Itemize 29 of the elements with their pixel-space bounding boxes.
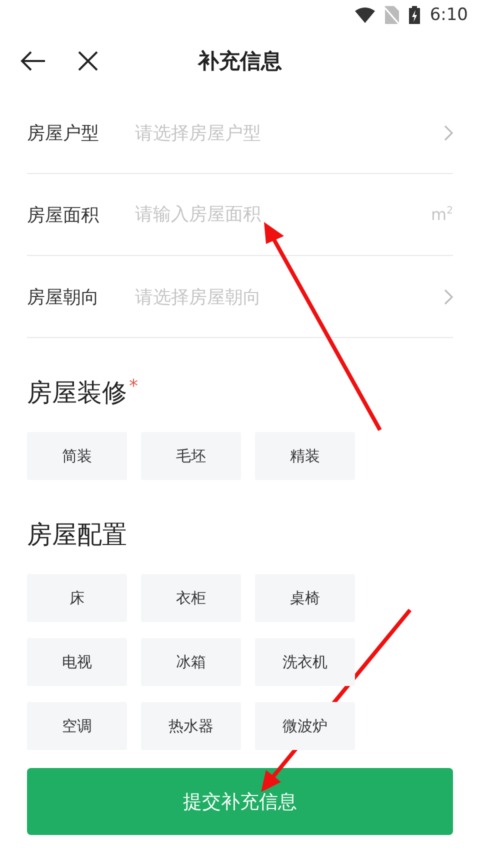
option-chip[interactable]: 桌椅 bbox=[255, 574, 355, 622]
clock-time: 6:10 bbox=[430, 5, 468, 25]
option-chip[interactable]: 精装 bbox=[255, 432, 355, 480]
no-sim-icon bbox=[384, 6, 399, 24]
option-chip[interactable]: 冰箱 bbox=[141, 638, 241, 686]
field-label: 房屋朝向 bbox=[27, 286, 100, 308]
field-label: 房屋户型 bbox=[27, 122, 100, 144]
option-chip[interactable]: 热水器 bbox=[141, 702, 241, 750]
input-field[interactable]: 请输入房屋面积 bbox=[135, 204, 432, 225]
option-chip[interactable]: 床 bbox=[27, 574, 127, 622]
option-chip[interactable]: 毛坯 bbox=[141, 432, 241, 480]
option-chip[interactable]: 电视 bbox=[27, 638, 127, 686]
option-chip[interactable]: 空调 bbox=[27, 702, 127, 750]
battery-charging-icon bbox=[408, 6, 420, 24]
option-chip[interactable]: 微波炉 bbox=[255, 702, 355, 750]
close-icon[interactable] bbox=[78, 51, 98, 71]
option-chip[interactable]: 简装 bbox=[27, 432, 127, 480]
section-title: 房屋配置 bbox=[27, 519, 127, 551]
option-chip[interactable]: 洗衣机 bbox=[255, 638, 355, 686]
page-title: 补充信息 bbox=[198, 48, 282, 75]
option-chip[interactable]: 衣柜 bbox=[141, 574, 241, 622]
back-arrow-icon[interactable] bbox=[20, 51, 46, 71]
unit-label: m$^{2}$ bbox=[431, 205, 453, 224]
required-mark: * bbox=[129, 376, 138, 397]
section-title: 房屋装修 bbox=[27, 377, 127, 409]
chevron-right-icon bbox=[444, 124, 453, 140]
chevron-right-icon bbox=[444, 288, 453, 304]
field-label: 房屋面积 bbox=[27, 204, 100, 226]
wifi-icon bbox=[354, 7, 375, 23]
